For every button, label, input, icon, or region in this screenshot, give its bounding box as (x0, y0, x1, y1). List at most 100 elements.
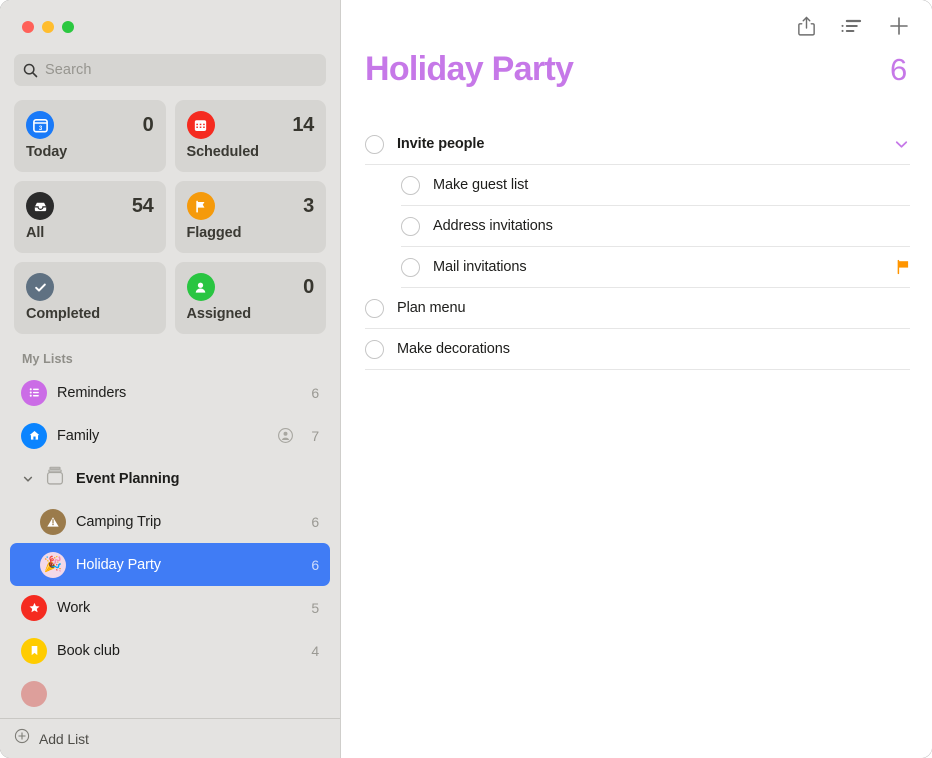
bulleted-list-icon (21, 379, 47, 406)
smart-list-count: 54 (131, 194, 154, 217)
search-container: Search (0, 44, 340, 86)
party-popper-glyph: 🎉 (43, 556, 63, 573)
shared-person-icon (277, 427, 294, 444)
reminder-checkbox[interactable] (401, 257, 420, 277)
person-icon (186, 273, 215, 301)
sidebar-item-count: 6 (311, 556, 319, 573)
sidebar-item-count: 5 (311, 599, 319, 616)
reminder-checkbox[interactable] (365, 134, 384, 154)
sidebar-group-label: Event Planning (76, 470, 180, 487)
sidebar-item-holiday-party[interactable]: 🎉 Holiday Party 6 (10, 543, 330, 586)
lists-container: Reminders 6 Family 7 Event Planning Camp… (0, 371, 340, 718)
share-icon[interactable] (796, 15, 817, 37)
smart-list-scheduled[interactable]: 14 Scheduled (174, 100, 326, 172)
sidebar-item-label: Family (57, 427, 100, 444)
toolbar (341, 0, 932, 52)
sidebar-item-family[interactable]: Family 7 (10, 414, 330, 457)
reminder-title: Address invitations (433, 218, 553, 234)
sidebar-item-partial[interactable] (10, 672, 330, 715)
smart-list-label: Today (26, 144, 68, 160)
smart-list-count: 14 (292, 113, 314, 136)
search-placeholder: Search (45, 62, 92, 78)
reminder-title: Mail invitations (433, 259, 527, 275)
sidebar-group-event-planning[interactable]: Event Planning (10, 457, 330, 500)
search-input[interactable]: Search (14, 54, 326, 86)
sidebar-item-label: Work (57, 599, 91, 616)
sidebar-item-count: 7 (311, 427, 319, 444)
sidebar-item-work[interactable]: Work 5 (10, 586, 330, 629)
list-header: Holiday Party 6 (341, 52, 932, 114)
add-list-label: Add List (39, 730, 89, 747)
smart-list-label: Completed (26, 306, 101, 322)
reminder-title: Make decorations (397, 341, 510, 357)
smart-lists-grid: 3 0 Today 14 Scheduled 54 All 3 Flagged … (0, 86, 340, 334)
sidebar-item-label: Book club (57, 642, 120, 659)
reminder-row[interactable]: Mail invitations (341, 247, 932, 288)
sidebar-item-reminders[interactable]: Reminders 6 (10, 371, 330, 414)
smart-list-completed[interactable]: Completed (14, 262, 166, 334)
flag-icon[interactable] (896, 259, 910, 275)
tent-icon (40, 508, 66, 535)
smart-list-all[interactable]: 54 All (14, 181, 166, 253)
star-icon (21, 594, 47, 621)
sidebar-item-label: Reminders (57, 384, 127, 401)
sidebar-item-label: Camping Trip (76, 513, 162, 530)
window-controls (0, 0, 340, 44)
sidebar-item-count: 6 (311, 384, 319, 401)
reminder-row[interactable]: Make decorations (341, 329, 932, 370)
list-count: 6 (890, 52, 907, 87)
chevron-down-icon[interactable] (21, 473, 34, 485)
plus-icon[interactable] (888, 15, 910, 37)
my-lists-header: My Lists (22, 352, 73, 366)
smart-list-assigned[interactable]: 0 Assigned (174, 262, 326, 334)
sidebar: Search 3 0 Today 14 Scheduled 54 All 3 F… (0, 0, 341, 758)
reminder-checkbox[interactable] (365, 298, 384, 318)
sidebar-item-count: 4 (311, 642, 319, 659)
reminder-checkbox[interactable] (365, 339, 384, 359)
checkmark-icon (26, 273, 54, 301)
reminder-title: Plan menu (397, 300, 466, 316)
list-sort-icon[interactable] (841, 16, 864, 36)
reminder-row[interactable]: Address invitations (341, 206, 932, 247)
minimize-button[interactable] (42, 21, 54, 33)
smart-list-today[interactable]: 3 0 Today (14, 100, 166, 172)
calendar-icon (186, 111, 215, 139)
reminder-title: Make guest list (433, 177, 529, 193)
partial-list-icon (21, 680, 47, 707)
add-list-button[interactable]: Add List (0, 718, 340, 758)
smart-list-label: Assigned (186, 306, 252, 322)
main-content: Holiday Party 6 Invite people Make guest… (341, 0, 932, 758)
reminder-row[interactable]: Invite people (341, 124, 932, 165)
house-icon (21, 422, 47, 449)
close-button[interactable] (22, 21, 34, 33)
smart-list-label: Scheduled (186, 144, 260, 160)
smart-list-count: 3 (303, 194, 314, 217)
smart-list-flagged[interactable]: 3 Flagged (174, 181, 326, 253)
folder-stack-icon (43, 464, 67, 493)
inbox-tray-icon (26, 192, 54, 220)
reminder-title: Invite people (397, 136, 485, 152)
reminder-checkbox[interactable] (401, 216, 420, 236)
smart-list-label: Flagged (186, 225, 242, 241)
reminders-window: Search 3 0 Today 14 Scheduled 54 All 3 F… (0, 0, 932, 758)
smart-list-count: 0 (303, 275, 314, 298)
chevron-down-icon[interactable] (893, 136, 910, 153)
calendar-day-icon: 3 (26, 111, 54, 139)
sidebar-item-book-club[interactable]: Book club 4 (10, 629, 330, 672)
sidebar-item-camping-trip[interactable]: Camping Trip 6 (10, 500, 330, 543)
reminders-list: Invite people Make guest list Address in… (341, 114, 932, 370)
reminder-row[interactable]: Plan menu (341, 288, 932, 329)
plus-circle-icon (14, 728, 30, 749)
zoom-button[interactable] (62, 21, 74, 33)
bookmark-icon (21, 637, 47, 664)
search-icon (23, 63, 38, 78)
page-title: Holiday Party (365, 50, 574, 88)
reminder-row[interactable]: Make guest list (341, 165, 932, 206)
smart-list-count: 0 (142, 113, 154, 136)
smart-list-label: All (26, 225, 45, 241)
party-popper-icon: 🎉 (40, 551, 66, 578)
flag-icon (186, 192, 215, 220)
reminder-checkbox[interactable] (401, 175, 420, 195)
sidebar-item-count: 6 (311, 513, 319, 530)
sidebar-item-label: Holiday Party (76, 556, 161, 573)
